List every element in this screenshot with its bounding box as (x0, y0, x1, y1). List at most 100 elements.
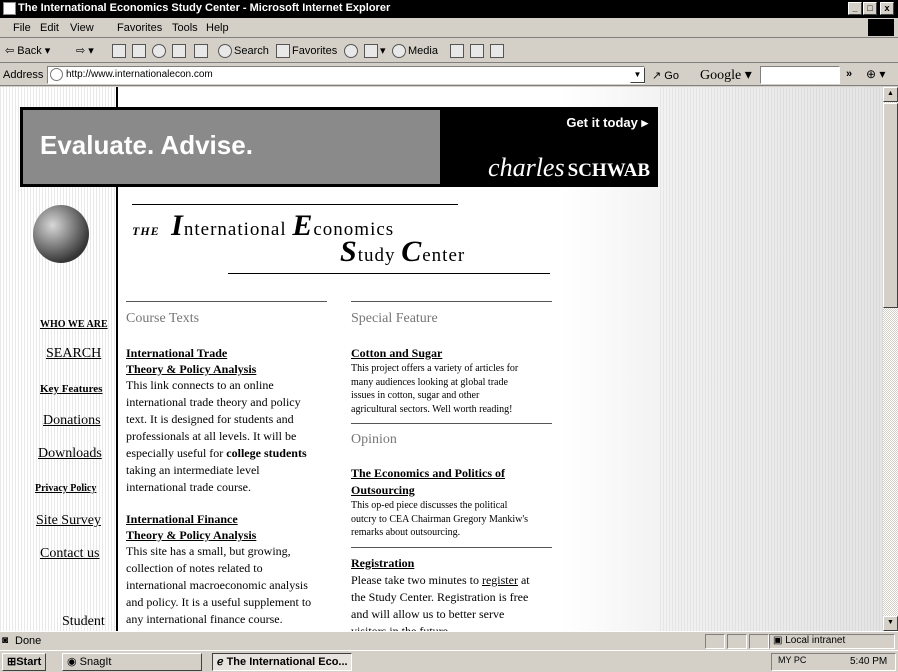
outsourcing-link-line1[interactable]: The Economics and Politics of (351, 466, 505, 481)
finance-desc-line: any international finance course. (126, 612, 283, 626)
extra-tools-icon[interactable]: ⊕ ▾ (866, 67, 885, 81)
finance-desc-line: and policy. It is a useful supplement to (126, 595, 312, 609)
address-input[interactable]: http://www.internationalecon.com (47, 66, 645, 84)
ad-brand-logo: charles SCHWAB (488, 153, 650, 183)
trade-desc-line: This link connects to an online (126, 378, 274, 392)
scroll-down-button[interactable]: ▼ (883, 616, 898, 631)
trade-desc-line: especially useful for college students (126, 445, 346, 462)
nav-site-survey[interactable]: Site Survey (36, 513, 101, 529)
snagit-label: SnagIt (79, 656, 112, 668)
right-stripe-background (660, 87, 883, 631)
nav-search[interactable]: SEARCH (46, 346, 101, 362)
site-masthead: THE International Economics Study Center (120, 187, 560, 282)
cotton-desc-line: This project offers a variety of article… (351, 363, 519, 374)
google-search-input[interactable] (760, 66, 840, 84)
finance-desc-line: This site has a small, but growing, (126, 544, 291, 558)
system-tray: MY PC 5:40 PM (771, 653, 896, 671)
address-label: Address (3, 69, 44, 81)
media-button[interactable]: Media (392, 44, 438, 58)
nav-key-features[interactable]: Key Features (40, 383, 102, 395)
finance-desc-line: international macroeconomic analysis (126, 578, 308, 592)
maximize-button[interactable]: □ (863, 2, 877, 15)
home-button[interactable] (194, 44, 210, 58)
ad-brand-script: charles (488, 153, 565, 182)
menu-help[interactable]: Help (206, 22, 229, 34)
taskbar-snagit[interactable]: ◉ SnagIt (62, 653, 202, 671)
google-toolbar-button[interactable]: Google ▾ (700, 67, 752, 84)
registration-link[interactable]: Registration (351, 556, 414, 571)
edit-button[interactable] (450, 44, 466, 58)
masthead-center: enter (422, 245, 466, 266)
status-text: Done (15, 635, 42, 647)
schwab-ad-banner[interactable]: Evaluate. Advise. Get it today ▸ charles… (20, 107, 658, 187)
course-texts-heading: Course Texts (126, 311, 200, 326)
intl-trade-link-line2[interactable]: Theory & Policy Analysis (126, 362, 256, 377)
intl-finance-link-line1[interactable]: International Finance (126, 512, 238, 527)
scroll-up-button[interactable]: ▲ (883, 87, 898, 102)
toolbar-chevron-button[interactable]: » (846, 68, 852, 80)
nav-downloads[interactable]: Downloads (38, 446, 102, 462)
status-panel (749, 634, 769, 649)
intl-finance-description: This site has a small, but growing, coll… (126, 543, 351, 628)
forward-button[interactable]: ⇨ ▾ (76, 44, 94, 57)
address-dropdown-button[interactable]: ▼ (630, 67, 645, 83)
go-button[interactable]: ↗ Go (652, 69, 679, 82)
trade-desc-line: professionals at all levels. It will be (126, 429, 297, 443)
messenger-button[interactable] (490, 44, 506, 58)
page-globe-icon (50, 68, 63, 81)
intl-trade-link-line1[interactable]: International Trade (126, 346, 227, 361)
print-button[interactable] (132, 44, 148, 58)
outsourcing-description: This op-ed piece discusses the political… (351, 499, 556, 540)
nav-privacy-policy[interactable]: Privacy Policy (35, 483, 96, 494)
col1-top-rule (126, 301, 327, 302)
menu-file[interactable]: File (13, 22, 31, 34)
stop-button[interactable] (112, 44, 128, 58)
nav-contact-us[interactable]: Contact us (40, 546, 100, 562)
ad-headline: Evaluate. Advise. (40, 130, 253, 160)
cotton-sugar-link[interactable]: Cotton and Sugar (351, 346, 442, 361)
registration-desc-line: Please take two minutes to register at (351, 572, 561, 589)
minimize-button[interactable]: _ (848, 2, 862, 15)
refresh-icon (152, 44, 166, 58)
nav-who-we-are[interactable]: WHO WE ARE (40, 319, 108, 330)
taskbar-ie-window[interactable]: ℯ The International Eco... (212, 653, 352, 671)
close-button[interactable]: x (880, 2, 894, 15)
google-dropdown-icon: ▾ (744, 68, 752, 83)
register-link[interactable]: register (482, 573, 518, 587)
nav-donations[interactable]: Donations (43, 413, 101, 429)
menu-tools[interactable]: Tools (172, 22, 198, 34)
media-globe-icon (344, 44, 358, 58)
history-button[interactable] (172, 44, 188, 58)
taskbar: ⊞Start ◉ SnagIt ℯ The International Eco.… (0, 650, 898, 672)
favorites-button[interactable]: Favorites (276, 44, 337, 58)
ie-icon: ℯ (217, 656, 224, 668)
google-logo: Google (700, 68, 742, 83)
masthead-s: S (340, 235, 358, 268)
discuss-button[interactable] (470, 44, 486, 58)
media-icon-button[interactable] (344, 44, 360, 58)
windows-flag-icon: ⊞ (7, 656, 17, 668)
trade-desc-line: taking an intermediate level (126, 463, 260, 477)
mail-button[interactable]: ▾ (364, 44, 386, 59)
back-button[interactable]: ⇦ Back ▾ (5, 44, 50, 57)
intl-finance-link-line2[interactable]: Theory & Policy Analysis (126, 528, 256, 543)
vertical-scrollbar[interactable]: ▲ ▼ (883, 87, 898, 631)
menu-favorites[interactable]: Favorites (117, 22, 162, 34)
opinion-heading: Opinion (351, 432, 397, 447)
start-button[interactable]: ⊞Start (2, 653, 47, 671)
menu-view[interactable]: View (70, 22, 94, 34)
outsourcing-link-line2[interactable]: Outsourcing (351, 483, 415, 498)
ad-cta[interactable]: Get it today ▸ (566, 115, 648, 131)
page-content: Evaluate. Advise. Get it today ▸ charles… (0, 87, 883, 631)
stop-icon (112, 44, 126, 58)
cotton-sugar-description: This project offers a variety of article… (351, 362, 556, 416)
ie-taskbar-label: The International Eco... (226, 656, 348, 668)
search-button[interactable]: Search (218, 44, 269, 58)
nav-student[interactable]: Student (62, 614, 105, 630)
tray-icons[interactable]: MY PC (778, 655, 806, 665)
scrollbar-thumb[interactable] (883, 103, 898, 308)
menu-edit[interactable]: Edit (40, 22, 59, 34)
outsourcing-desc-line: This op-ed piece discusses the political (351, 500, 508, 511)
back-label: Back (17, 45, 42, 57)
refresh-button[interactable] (152, 44, 168, 58)
